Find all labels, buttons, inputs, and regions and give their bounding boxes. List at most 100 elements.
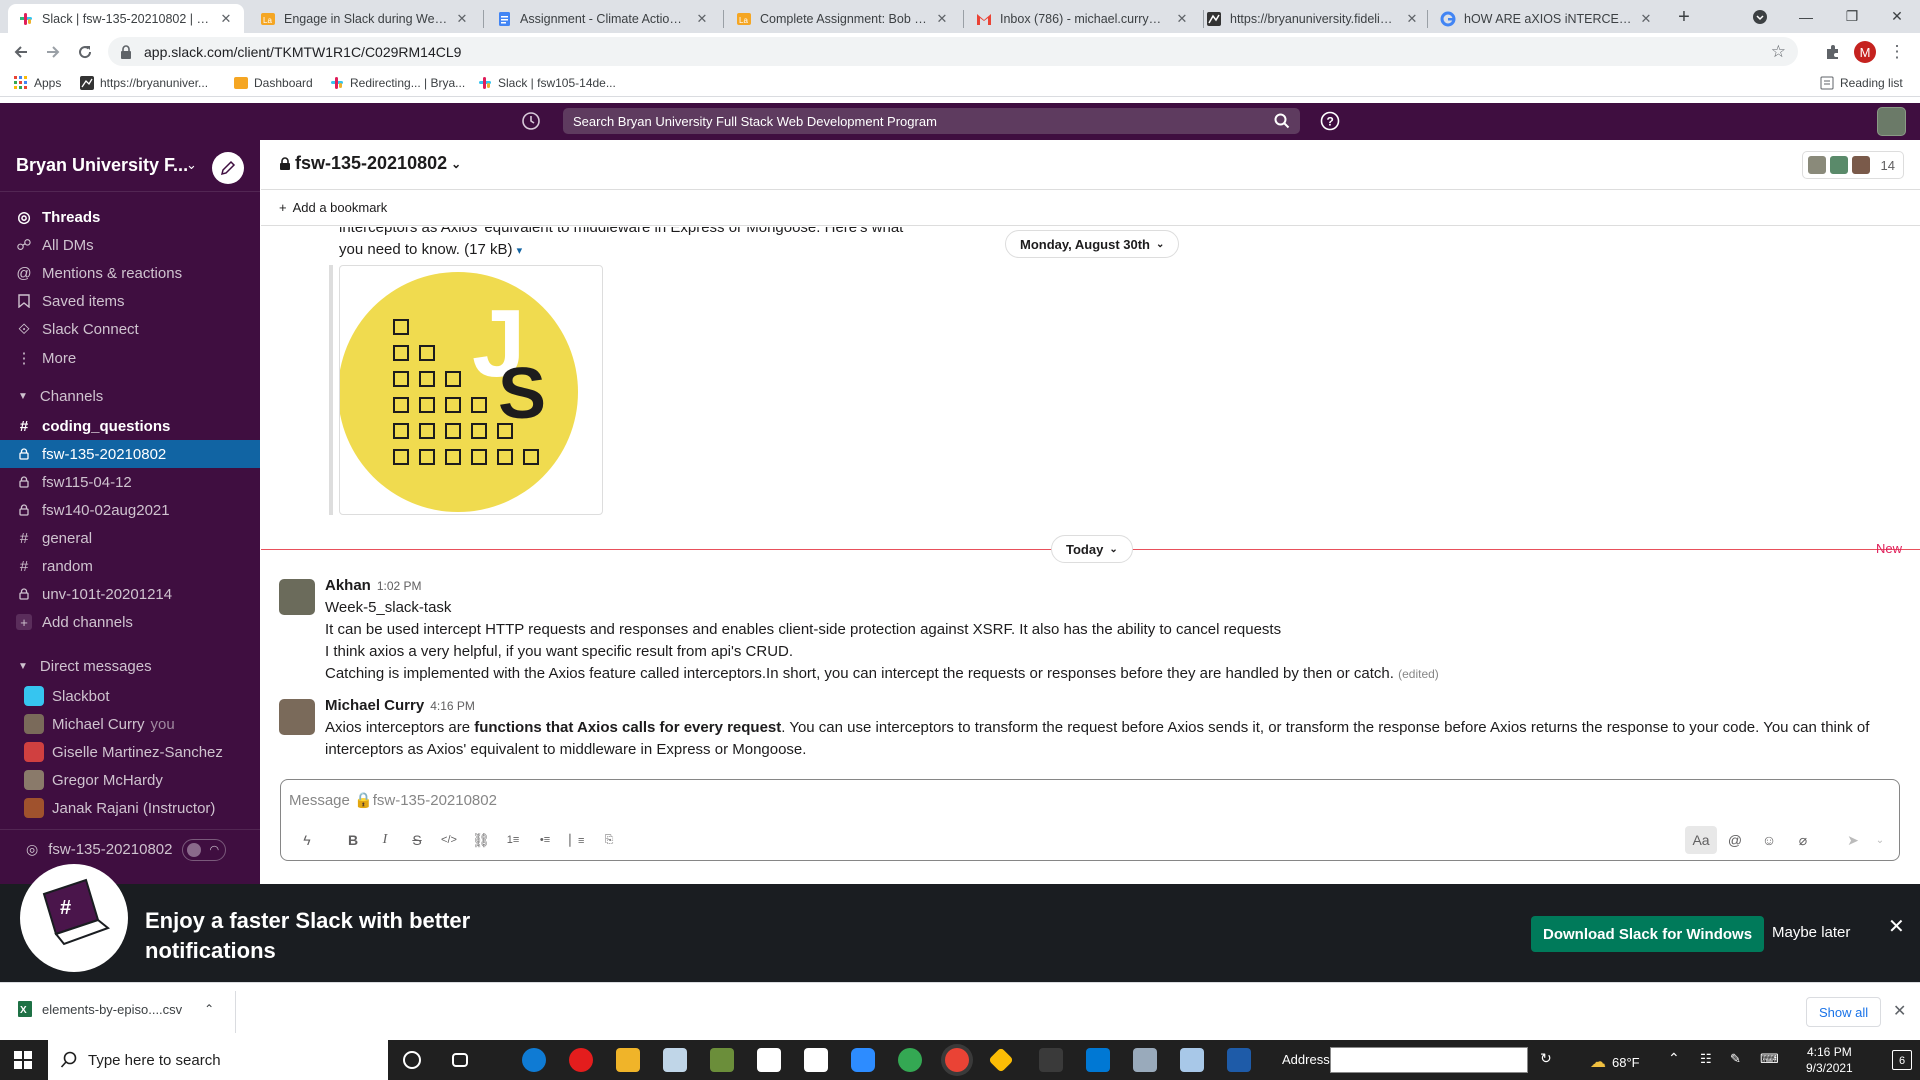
message-timestamp[interactable]: 1:02 PM — [377, 579, 422, 593]
sidebar-channel-general[interactable]: # general — [0, 524, 260, 552]
sidebar-channel-fsw115[interactable]: fsw115-04-12 — [0, 468, 260, 496]
download-slack-button[interactable]: Download Slack for Windows — [1531, 916, 1765, 952]
tab-fidelis[interactable]: https://bryanuniversity.fidelisedu ✕ — [1196, 4, 1430, 33]
close-tab-icon[interactable]: ✕ — [694, 11, 710, 27]
italic-icon[interactable]: I — [369, 826, 401, 854]
close-tab-icon[interactable]: ✕ — [454, 11, 470, 27]
tab-canvas-week5[interactable]: La Engage in Slack during Week 5 ✕ — [250, 4, 480, 33]
download-item[interactable]: X elements-by-episo....csv ⌃ — [18, 1001, 214, 1017]
close-tab-icon[interactable]: ✕ — [1638, 11, 1654, 27]
tab-bob-ross[interactable]: La Complete Assignment: Bob Ross ✕ — [726, 4, 960, 33]
minimize-button[interactable]: — — [1783, 0, 1829, 33]
bookmark-redirecting[interactable]: Redirecting... | Brya... — [330, 74, 465, 92]
sidebar-channel-fsw140[interactable]: fsw140-02aug2021 — [0, 496, 260, 524]
show-all-button[interactable]: Show all — [1806, 997, 1882, 1027]
taskbar-search[interactable]: Type here to search — [48, 1040, 388, 1080]
sidebar-item-slack-connect[interactable]: ⟐ Slack Connect — [0, 315, 260, 343]
ordered-list-icon[interactable]: 1≡ — [497, 826, 529, 854]
avatar[interactable] — [279, 579, 315, 615]
bold-icon[interactable]: B — [337, 826, 369, 854]
git-kraken-icon[interactable] — [988, 1047, 1014, 1073]
emoji-icon[interactable]: ☺ — [1753, 826, 1785, 854]
back-button[interactable] — [8, 39, 34, 65]
channels-section-header[interactable]: ▼ Channels — [0, 382, 260, 410]
refresh-icon[interactable]: ↻ — [1540, 1050, 1552, 1067]
slack-search-bar[interactable]: Search Bryan University Full Stack Web D… — [563, 108, 1300, 134]
sidebar-item-all-dms[interactable]: ☍ All DMs — [0, 231, 260, 259]
close-tab-icon[interactable]: ✕ — [1404, 11, 1420, 27]
sidebar-item-saved[interactable]: Saved items — [0, 287, 260, 315]
dm-gregor[interactable]: Gregor McHardy — [0, 766, 260, 794]
message-author[interactable]: Michael Curry — [325, 697, 424, 714]
forward-button[interactable] — [40, 39, 66, 65]
tab-slack[interactable]: Slack | fsw-135-20210802 | Bryan ✕ — [8, 4, 244, 33]
workspace-name[interactable]: Bryan University F... — [16, 155, 188, 176]
reading-list-button[interactable]: Reading list — [1820, 74, 1903, 92]
strikethrough-icon[interactable]: S — [401, 826, 433, 854]
app-icon[interactable] — [1227, 1048, 1251, 1072]
app-icon[interactable] — [1039, 1048, 1063, 1072]
dm-michael-curry[interactable]: Michael Curry you — [0, 710, 260, 738]
close-tab-icon[interactable]: ✕ — [218, 11, 234, 27]
avatar[interactable] — [279, 699, 315, 735]
blockquote-icon[interactable]: ▏≡ — [561, 826, 593, 854]
today-divider-button[interactable]: Today ⌄ — [1051, 535, 1133, 563]
formatting-toggle-button[interactable]: Aa — [1685, 826, 1717, 854]
edge-icon[interactable] — [522, 1048, 546, 1072]
close-tab-icon[interactable]: ✕ — [934, 11, 950, 27]
system-clock[interactable]: 4:16 PM 9/3/2021 — [1806, 1044, 1853, 1076]
pen-icon[interactable]: ✎ — [1730, 1051, 1741, 1067]
huddle-bar[interactable]: ◎ fsw-135-20210802 ◠ — [0, 829, 260, 869]
minecraft-icon[interactable] — [710, 1048, 734, 1072]
tab-assignment-climate[interactable]: Assignment - Climate Action 10 ✕ — [486, 4, 720, 33]
sidebar-channel-coding-questions[interactable]: # coding_questions — [0, 412, 260, 440]
network-icon[interactable]: ☷ — [1700, 1051, 1712, 1067]
extensions-puzzle-icon[interactable] — [1820, 39, 1846, 65]
task-view-icon[interactable] — [452, 1053, 468, 1067]
chrome-icon[interactable] — [898, 1048, 922, 1072]
bulleted-list-icon[interactable]: •≡ — [529, 826, 561, 854]
dm-janak[interactable]: Janak Rajani (Instructor) — [0, 794, 260, 822]
mention-icon[interactable]: @ — [1719, 826, 1751, 854]
help-icon[interactable]: ? — [1320, 111, 1340, 131]
close-tab-icon[interactable]: ✕ — [1174, 11, 1190, 27]
chevron-up-icon[interactable]: ⌃ — [204, 1002, 214, 1016]
notepad-icon[interactable] — [1180, 1048, 1204, 1072]
link-icon[interactable]: ⛓ — [465, 826, 497, 854]
history-clock-icon[interactable] — [521, 111, 541, 131]
dm-slackbot[interactable]: Slackbot — [0, 682, 260, 710]
windows-start-icon[interactable] — [14, 1051, 32, 1069]
sidebar-item-more[interactable]: ⋮ More — [0, 344, 260, 372]
user-avatar[interactable] — [1877, 107, 1906, 136]
close-window-button[interactable]: ✕ — [1874, 0, 1920, 33]
keyboard-icon[interactable]: ⌨ — [1760, 1051, 1779, 1067]
date-divider-button[interactable]: Monday, August 30th ⌄ — [1005, 230, 1180, 258]
vscode-icon[interactable] — [1086, 1048, 1110, 1072]
opera-icon[interactable] — [569, 1048, 593, 1072]
message-timestamp[interactable]: 4:16 PM — [430, 699, 475, 713]
reload-button[interactable] — [72, 39, 98, 65]
add-bookmark-button[interactable]: + Add a bookmark — [279, 200, 387, 215]
bookmark-apps[interactable]: Apps — [14, 74, 61, 92]
send-options-chevron-icon[interactable]: ⌄ — [1871, 826, 1889, 854]
chrome-profile-icon[interactable] — [945, 1048, 969, 1072]
send-icon[interactable]: ➤ — [1837, 826, 1869, 854]
document-icon[interactable] — [804, 1048, 828, 1072]
message-michael-curry[interactable]: Michael Curry 4:16 PM Axios interceptors … — [279, 695, 1899, 758]
huddle-toggle[interactable]: ◠ — [182, 838, 227, 861]
new-tab-button[interactable]: + — [1672, 5, 1696, 29]
sidebar-item-mentions[interactable]: @ Mentions & reactions — [0, 259, 260, 287]
restore-button[interactable]: ❐ — [1829, 0, 1875, 33]
microsoft-store-icon[interactable] — [757, 1048, 781, 1072]
code-icon[interactable]: </> — [433, 826, 465, 854]
close-icon[interactable]: ✕ — [1888, 914, 1905, 939]
profile-avatar[interactable]: M — [1852, 39, 1878, 65]
tab-gmail[interactable]: Inbox (786) - michael.curry@bry ✕ — [966, 4, 1200, 33]
code-block-icon[interactable]: ⎘ — [593, 826, 625, 854]
members-button[interactable]: 14 — [1801, 151, 1904, 179]
store-icon[interactable] — [663, 1048, 687, 1072]
add-channels-button[interactable]: + Add channels — [0, 608, 260, 636]
attachment-paperclip-icon[interactable]: ⌀ — [1787, 826, 1819, 854]
link-preview-image[interactable]: J S — [339, 265, 603, 515]
sidebar-channel-unv-101t[interactable]: unv-101t-20201214 — [0, 580, 260, 608]
